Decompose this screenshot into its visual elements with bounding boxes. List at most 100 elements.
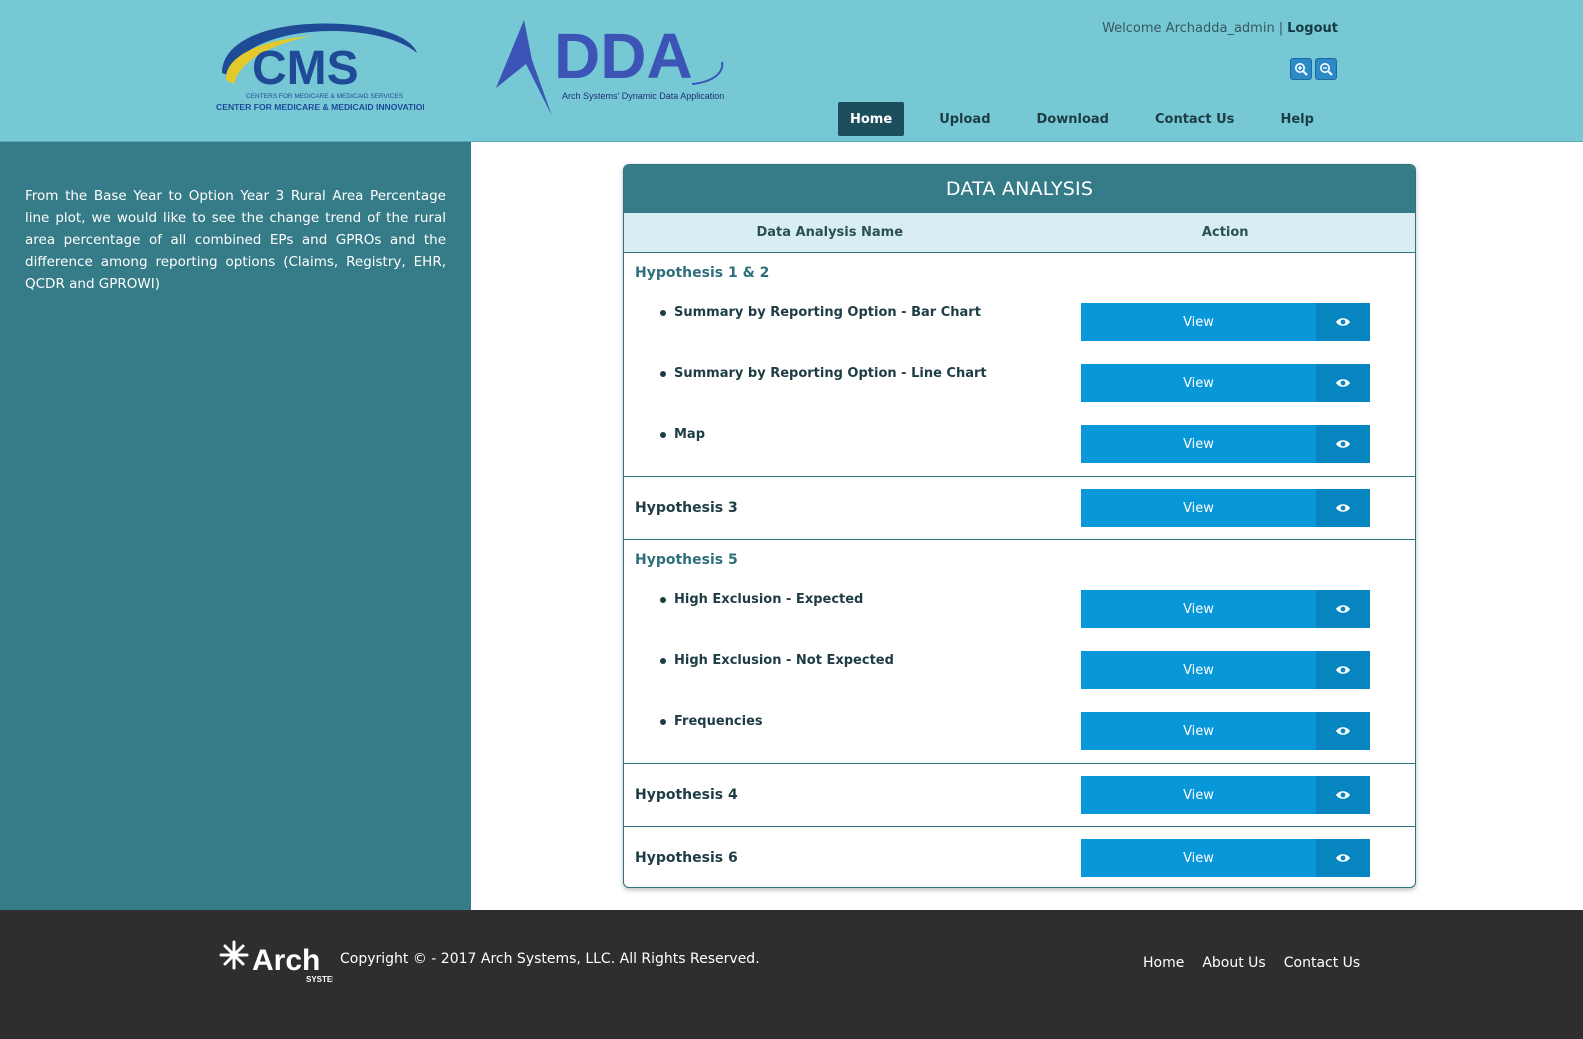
bullet-icon [660, 718, 666, 725]
view-button[interactable]: View [1081, 489, 1370, 527]
list-item-label: Summary by Reporting Option - Bar Chart [660, 305, 981, 320]
footer-link-home[interactable]: Home [1143, 955, 1184, 971]
cms-logo-text: CMS [252, 42, 359, 95]
footer-link-about-us[interactable]: About Us [1202, 955, 1265, 971]
eye-icon [1316, 651, 1370, 689]
nav-contact-us[interactable]: Contact Us [1143, 102, 1246, 136]
group-title: Hypothesis 6 [635, 850, 738, 866]
adda-logo-text: DDA [554, 20, 693, 92]
logout-link[interactable]: Logout [1287, 21, 1338, 36]
group-hypothesis-1-2: Hypothesis 1 & 2 Summary by Reporting Op… [624, 253, 1415, 477]
list-item: Summary by Reporting Option - Bar Chart … [624, 293, 1415, 354]
bullet-icon [660, 596, 666, 603]
item-text: Map [674, 427, 706, 442]
view-button[interactable]: View [1081, 839, 1370, 877]
list-item: Map View [624, 415, 1415, 476]
cms-logo-line1: CENTERS FOR MEDICARE & MEDICAID SERVICES [246, 93, 404, 100]
footer-link-contact-us[interactable]: Contact Us [1284, 955, 1360, 971]
footer-links: Home About Us Contact Us [1143, 955, 1360, 971]
view-button[interactable]: View [1081, 776, 1370, 814]
view-button-label: View [1081, 489, 1316, 527]
item-text: High Exclusion - Expected [674, 592, 864, 607]
list-item: Frequencies View [624, 702, 1415, 763]
nav-help[interactable]: Help [1268, 102, 1325, 136]
eye-icon [1316, 590, 1370, 628]
view-button-label: View [1081, 839, 1316, 877]
arch-logo-text: Arch [252, 944, 320, 977]
list-item-label: Summary by Reporting Option - Line Chart [660, 366, 987, 381]
item-text: Frequencies [674, 714, 763, 729]
zoom-out-button[interactable] [1315, 58, 1337, 80]
eye-icon [1316, 776, 1370, 814]
item-text: Summary by Reporting Option - Bar Chart [674, 305, 981, 320]
cms-logo: CMS CENTERS FOR MEDICARE & MEDICAID SERV… [212, 18, 424, 116]
column-header-action: Action [1201, 225, 1249, 240]
view-button-label: View [1081, 776, 1316, 814]
nav-home[interactable]: Home [838, 102, 905, 136]
separator: | [1278, 21, 1284, 36]
header: CMS CENTERS FOR MEDICARE & MEDICAID SERV… [0, 0, 1583, 142]
adda-tagline: Arch Systems' Dynamic Data Application [562, 91, 724, 101]
nav-download[interactable]: Download [1025, 102, 1121, 136]
adda-logo: DDA Arch Systems' Dynamic Data Applicati… [492, 14, 732, 120]
list-item-label: Map [660, 427, 705, 442]
cms-logo-line2: CENTER FOR MEDICARE & MEDICAID INNOVATIO… [216, 102, 424, 112]
list-item: Hypothesis 4 View [624, 764, 1415, 826]
group-hypothesis-3: Hypothesis 3 View [624, 477, 1415, 540]
list-item: High Exclusion - Not Expected View [624, 641, 1415, 702]
zoom-in-button[interactable] [1290, 58, 1312, 80]
list-item-label: High Exclusion - Not Expected [660, 653, 894, 668]
view-button[interactable]: View [1081, 590, 1370, 628]
eye-icon [1316, 712, 1370, 750]
sidebar-description: From the Base Year to Option Year 3 Rura… [25, 188, 446, 292]
list-item: Hypothesis 3 View [624, 477, 1415, 539]
view-button[interactable]: View [1081, 364, 1370, 402]
bullet-icon [660, 309, 666, 316]
zoom-in-icon [1295, 63, 1308, 76]
table-header: Data Analysis Name Action [624, 213, 1415, 253]
view-button-label: View [1081, 425, 1316, 463]
group-hypothesis-5: Hypothesis 5 High Exclusion - Expected V… [624, 540, 1415, 764]
panel-title: DATA ANALYSIS [624, 165, 1415, 213]
eye-icon [1316, 425, 1370, 463]
list-item: Hypothesis 6 View [624, 827, 1415, 887]
item-text: High Exclusion - Not Expected [674, 653, 894, 668]
eye-icon [1316, 839, 1370, 877]
list-item-label: High Exclusion - Expected [660, 592, 863, 607]
column-header-name: Data Analysis Name [756, 225, 904, 240]
view-button-label: View [1081, 364, 1316, 402]
view-button-label: View [1081, 303, 1316, 341]
zoom-out-icon [1320, 63, 1333, 76]
eye-icon [1316, 489, 1370, 527]
bullet-icon [660, 370, 666, 377]
group-title: Hypothesis 3 [635, 500, 738, 516]
main-nav: Home Upload Download Contact Us Help [838, 102, 1348, 136]
view-button-label: View [1081, 651, 1316, 689]
view-button[interactable]: View [1081, 712, 1370, 750]
view-button[interactable]: View [1081, 651, 1370, 689]
bullet-icon [660, 657, 666, 664]
group-title: Hypothesis 1 & 2 [635, 265, 770, 281]
view-button[interactable]: View [1081, 303, 1370, 341]
eye-icon [1316, 303, 1370, 341]
group-title: Hypothesis 5 [635, 552, 738, 568]
group-hypothesis-6: Hypothesis 6 View [624, 827, 1415, 887]
footer: Arch SYSTEMS Copyright © - 2017 Arch Sys… [0, 910, 1583, 1039]
welcome-text: Welcome Archadda_admin [1102, 21, 1275, 36]
bullet-icon [660, 431, 666, 438]
sidebar: From the Base Year to Option Year 3 Rura… [0, 142, 471, 910]
list-item-label: Frequencies [660, 714, 763, 729]
arch-logo: Arch SYSTEMS [218, 938, 333, 986]
group-hypothesis-4: Hypothesis 4 View [624, 764, 1415, 827]
copyright-text: Copyright © - 2017 Arch Systems, LLC. Al… [340, 951, 760, 967]
arch-logo-subtext: SYSTEMS [306, 975, 333, 984]
view-button[interactable]: View [1081, 425, 1370, 463]
view-button-label: View [1081, 712, 1316, 750]
data-analysis-panel: DATA ANALYSIS Data Analysis Name Action … [623, 164, 1416, 888]
nav-upload[interactable]: Upload [927, 102, 1002, 136]
view-button-label: View [1081, 590, 1316, 628]
group-title: Hypothesis 4 [635, 787, 738, 803]
list-item: Summary by Reporting Option - Line Chart… [624, 354, 1415, 415]
list-item: High Exclusion - Expected View [624, 580, 1415, 641]
zoom-controls [1290, 58, 1337, 80]
